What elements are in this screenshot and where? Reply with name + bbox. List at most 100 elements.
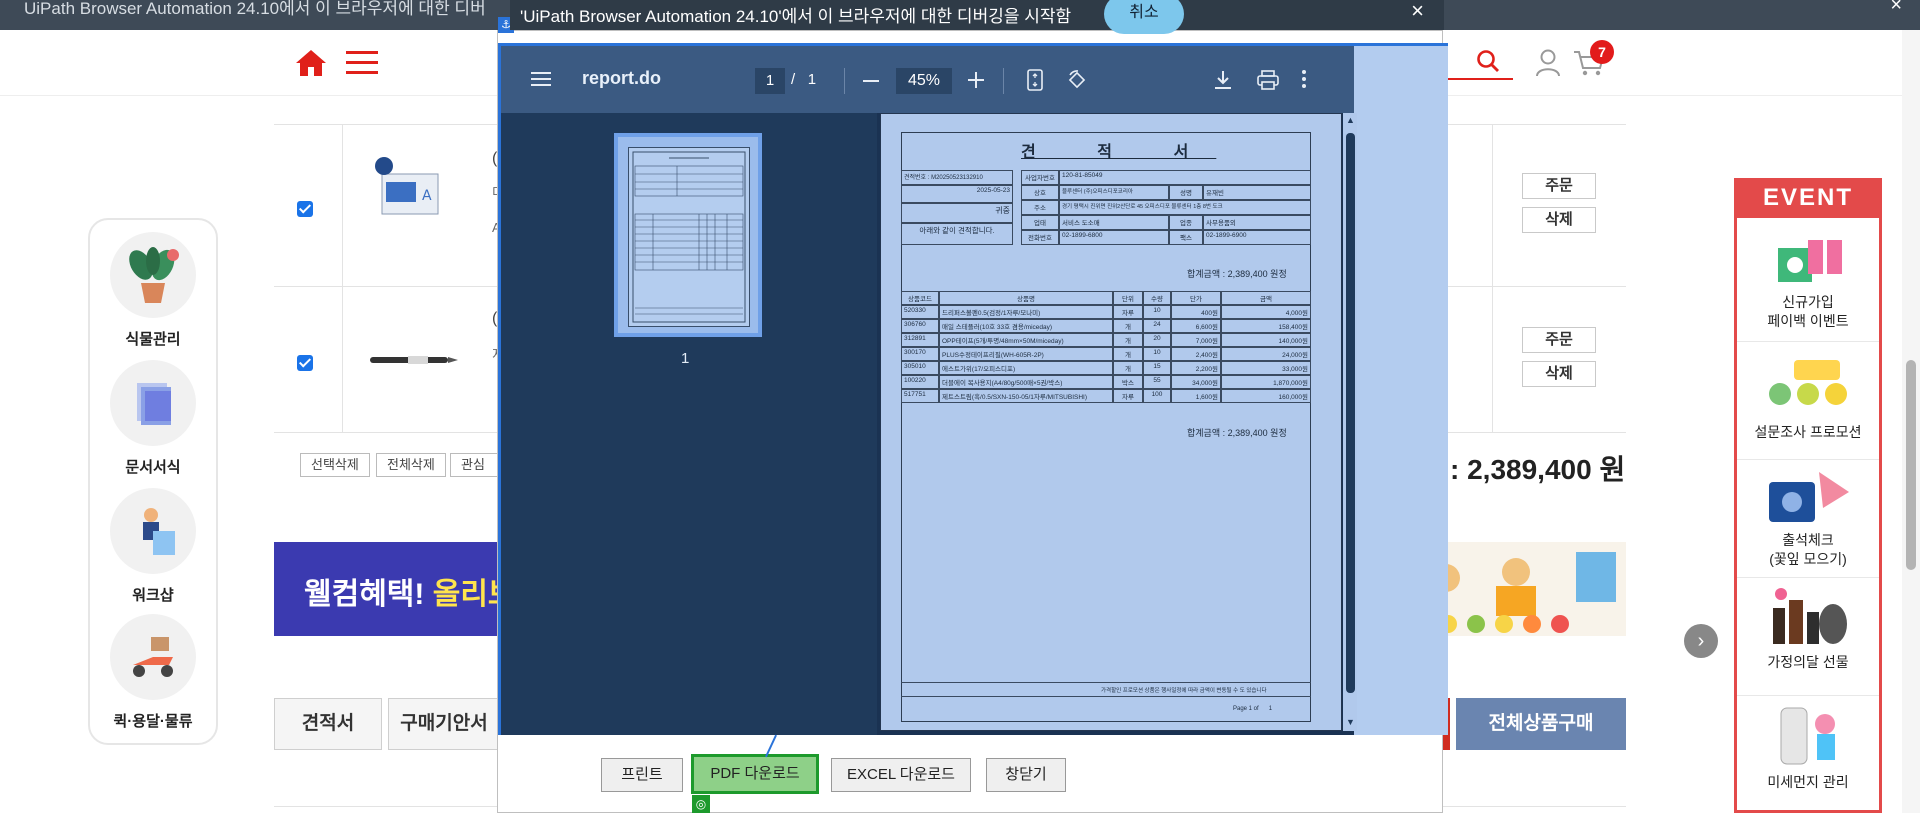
order-button[interactable]: 주문 [1522,327,1596,353]
table-cell: 33,000원 [1221,361,1311,375]
close-window-button[interactable]: 창닫기 [986,758,1066,792]
row-checkbox[interactable] [297,201,313,217]
table-cell: 520330 [901,305,939,319]
supplier-value: 02-1899-6800 [1059,230,1169,245]
quick-menu-label: 식물관리 [125,331,181,348]
banner-title: 웰컴혜택! 올리브 [304,578,516,611]
cancel-debug-button[interactable]: 취소 [1104,0,1184,34]
supplier-label: 상호 [1021,185,1059,200]
toolbar-separator [844,68,845,94]
event-item-attendance[interactable]: 출석체크 (꽃잎 모으기) [1737,460,1879,578]
table-header-cell: 단위 [1113,291,1143,305]
pdf-zoom-level[interactable]: 45% [896,68,952,94]
event-panel-title: EVENT [1734,178,1882,218]
pdf-download-button[interactable]: PDF 다운로드 [691,754,819,794]
print-icon[interactable] [1257,69,1279,96]
pdf-page-area[interactable]: 견 적 서 견적번호 : M20250523132910 2025-05-23 … [877,113,1357,735]
zoom-in-icon[interactable] [968,72,984,93]
excel-download-button[interactable]: EXCEL 다운로드 [831,758,971,792]
user-icon[interactable] [1534,48,1562,83]
quick-menu-label: 퀵·용달·물류 [113,713,193,730]
scroll-up-icon[interactable]: ▲ [1346,115,1355,125]
quick-menu-documents[interactable]: 문서서식 [110,360,196,477]
print-button[interactable]: 프린트 [601,758,683,792]
table-cell-product: 에스트가위(17/오피스디포) [939,361,1113,375]
product-image-pen [368,348,460,377]
add-wishlist-button[interactable]: 관심상 [450,453,500,477]
quick-menu-plant[interactable]: 식물관리 [110,232,196,349]
table-header-cell: 금액 [1221,291,1311,305]
table-cell: 312891 [901,333,939,347]
delete-button[interactable]: 삭제 [1522,207,1596,233]
table-cell: 자루 [1113,305,1143,319]
buy-all-button[interactable]: 전체상품구매 [1456,698,1626,750]
hamburger-menu-icon[interactable] [345,48,379,83]
order-button[interactable]: 주문 [1522,173,1596,199]
pdf-menu-icon[interactable] [531,70,551,93]
doc-footer-note: 가격할인 프로모션 상품은 행사일정에 따라 금액이 변동될 수 도 있습니다 [1101,688,1267,694]
delete-all-button[interactable]: 전체삭제 [376,453,446,477]
quote-total-top: 합계금액 : 2,389,400 원정 [1187,269,1287,279]
table-cell: 1,600원 [1171,389,1221,403]
event-item-signup-payback[interactable]: 신규가입 페이백 이벤트 [1737,224,1879,342]
debug-bar-close-button[interactable]: × [1890,0,1902,17]
supplier-label: 주소 [1021,200,1059,215]
pdf-page-input[interactable]: 1 [755,68,785,94]
event-item-survey[interactable]: 설문조사 프로모션 [1737,342,1879,460]
table-cell-product: PLUS수정테이프리필(WH-605R-2P) [939,347,1113,361]
table-divider [342,124,343,432]
attendance-icon [1737,468,1879,531]
table-cell: 300170 [901,347,939,361]
event-item-fine-dust[interactable]: 미세먼지 관리 [1737,696,1879,813]
event-item-family-month[interactable]: 가정의달 선물 [1737,578,1879,696]
pdf-viewer[interactable]: report.do 1 / 1 45% 1 견 적 서 견적번호: M2025… [498,43,1448,735]
quick-menu-workshop[interactable]: 워크샵 [110,488,196,605]
event-item-label: 설문조사 프로모션 [1754,424,1862,440]
close-notice-button[interactable]: × [1411,0,1424,24]
delete-selected-button[interactable]: 선택삭제 [300,453,370,477]
delete-button[interactable]: 삭제 [1522,361,1596,387]
table-cell: 4,000원 [1221,305,1311,319]
table-cell: 개 [1113,361,1143,375]
page-scrollbar-thumb[interactable] [1906,360,1916,570]
next-arrow-button[interactable]: › [1684,624,1718,658]
table-header-cell: 상품코드 [901,291,939,305]
table-cell: 160,000원 [1221,389,1311,403]
pdf-page-thumbnail[interactable] [614,133,762,337]
supplier-value: 블루센터 (주)오피스디포코리아 [1059,185,1169,200]
row-checkbox[interactable] [297,355,313,371]
pdf-scrollbar-thumb[interactable] [1346,133,1355,693]
event-item-label: 가정의달 선물 [1767,654,1849,670]
scroll-down-icon[interactable]: ▼ [1346,717,1355,727]
table-cell-product: 매일 스테플러(10호 33호 겸용/miceday) [939,319,1113,333]
quote-button[interactable]: 견적서 [274,698,382,750]
gift-icon [1737,232,1879,293]
pdf-toolbar: report.do 1 / 1 45% [501,46,1354,113]
table-cell: 7,000원 [1171,333,1221,347]
product-image-copy-paper: A [372,152,452,237]
delivery-scooter-icon [110,614,196,700]
table-cell: 24,000원 [1221,347,1311,361]
supplier-value: 유재빈 [1203,185,1311,200]
supplier-label: 전화번호 [1021,230,1059,245]
quick-menu-delivery[interactable]: 퀵·용달·물류 [110,614,196,731]
home-icon[interactable] [294,48,328,83]
quote-greeting: 아래와 같이 견적합니다. [901,223,1013,245]
event-item-label: 출석체크 (꽃잎 모으기) [1769,532,1847,567]
table-cell: 140,000원 [1221,333,1311,347]
search-icon[interactable] [1475,48,1501,79]
purchase-guide-button[interactable]: 구매기안서 [388,698,500,750]
table-cell: 6,600원 [1171,319,1221,333]
download-icon[interactable] [1213,69,1233,96]
supplier-value: 사무용품외 [1203,215,1311,230]
table-cell: 305010 [901,361,939,375]
zoom-out-icon[interactable] [863,80,879,82]
event-panel: EVENT 신규가입 페이백 이벤트 설문조사 프로모션 출석체크 (꽃잎 모으… [1734,178,1882,813]
more-options-icon[interactable] [1301,69,1307,94]
table-header-cell: 상품명 [939,291,1113,305]
pdf-page-total: / 1 [791,71,817,88]
table-cell: 개 [1113,333,1143,347]
rotate-icon[interactable] [1066,69,1088,96]
table-cell: 15 [1143,361,1171,375]
fit-page-icon[interactable] [1027,69,1043,96]
